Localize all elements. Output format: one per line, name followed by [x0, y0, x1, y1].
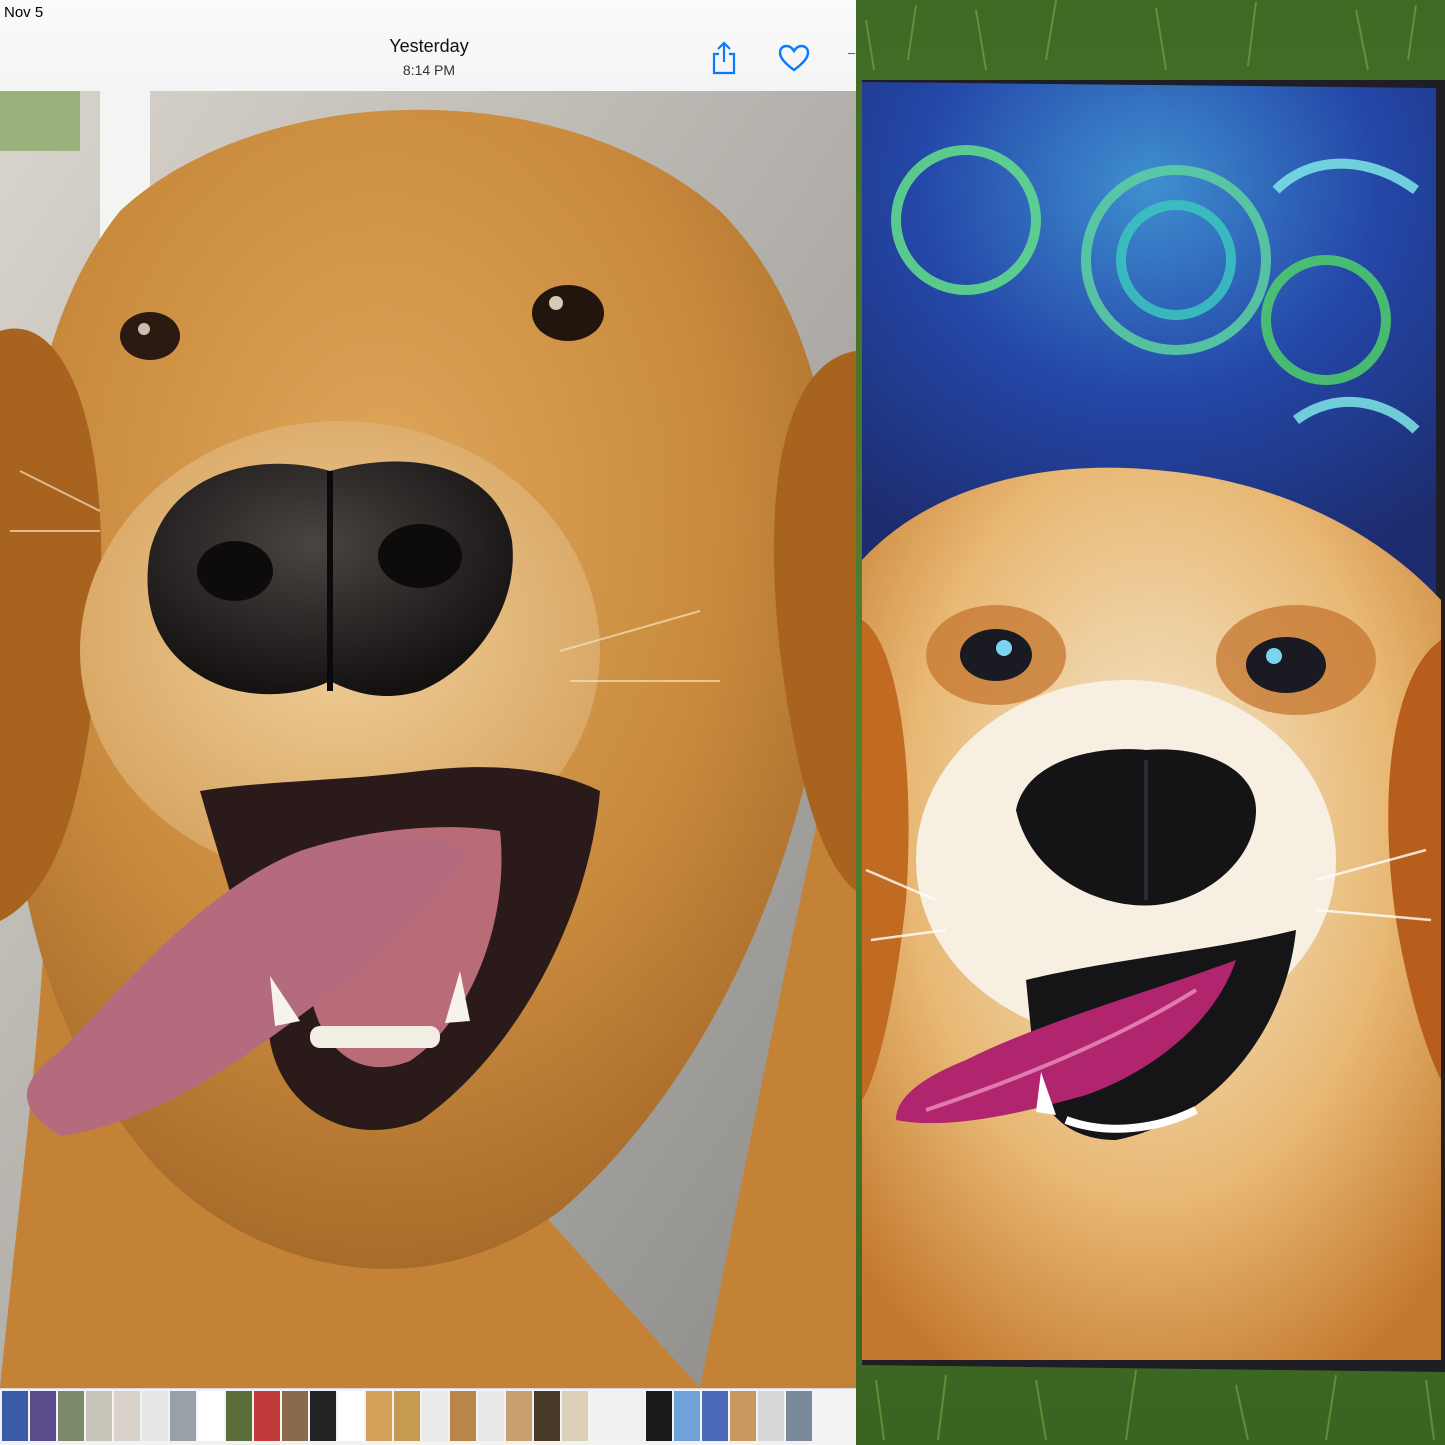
thumbnail-item[interactable] [254, 1391, 280, 1441]
thumbnail-strip [0, 1388, 856, 1445]
thumbnail-item[interactable] [282, 1391, 308, 1441]
thumbnail-item[interactable] [590, 1391, 616, 1441]
photo-viewer: Nov 5 Yesterday 8:14 PM [0, 0, 856, 1445]
nav-title: Yesterday [389, 36, 469, 56]
thumbnail-item[interactable] [506, 1391, 532, 1441]
thumbnail-item[interactable] [758, 1391, 784, 1441]
status-date: Nov 5 [4, 4, 44, 21]
thumbnail-item[interactable] [478, 1391, 504, 1441]
thumbnail-item[interactable] [366, 1391, 392, 1441]
thumbnail-item[interactable] [86, 1391, 112, 1441]
favorite-button[interactable] [776, 38, 812, 78]
thumbnail-item[interactable] [114, 1391, 140, 1441]
thumbnail-item[interactable] [338, 1391, 364, 1441]
thumbnail-item[interactable] [310, 1391, 336, 1441]
thumbnail-item[interactable] [702, 1391, 728, 1441]
thumbnail-item[interactable] [2, 1391, 28, 1441]
nav-bar: Nov 5 Yesterday 8:14 PM [0, 0, 856, 92]
thumbnail-item[interactable] [58, 1391, 84, 1441]
trash-button[interactable] [846, 38, 856, 78]
thumbnail-item[interactable] [198, 1391, 224, 1441]
heart-icon [778, 44, 810, 72]
thumbnail-item[interactable] [226, 1391, 252, 1441]
thumbnail-item[interactable] [562, 1391, 588, 1441]
thumbnail-item[interactable] [674, 1391, 700, 1441]
thumbnail-item[interactable] [422, 1391, 448, 1441]
nav-subtitle: 8:14 PM [402, 62, 456, 78]
thumbnail-item[interactable] [534, 1391, 560, 1441]
thumbnail-item[interactable] [450, 1391, 476, 1441]
thumbnail-item[interactable] [786, 1391, 812, 1441]
dog-photo[interactable] [0, 91, 856, 1388]
thumbnail-item[interactable] [646, 1391, 672, 1441]
share-button[interactable] [706, 38, 742, 78]
share-icon [712, 41, 736, 75]
trash-icon [848, 52, 855, 55]
painting-photo [856, 0, 1445, 1445]
thumbnail-item[interactable] [30, 1391, 56, 1441]
thumbnail-item[interactable] [142, 1391, 168, 1441]
thumbnail-item[interactable] [170, 1391, 196, 1441]
thumbnail-item[interactable] [814, 1391, 840, 1441]
thumbnail-item[interactable] [730, 1391, 756, 1441]
thumbnail-item[interactable] [394, 1391, 420, 1441]
thumbnail-item[interactable] [618, 1391, 644, 1441]
